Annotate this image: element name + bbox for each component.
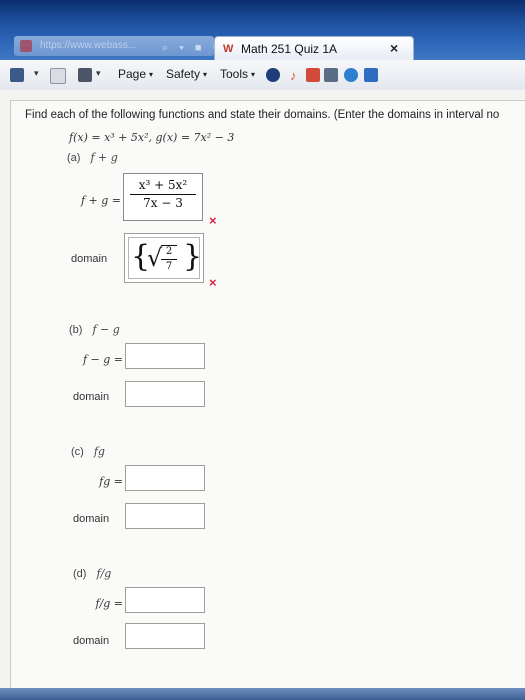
screen: https://www.webass... ⌕ ▾ ■ ↻ W Math 251… [0,0,525,700]
part-a-domain-input[interactable]: { √ 2 7 } [124,233,204,283]
rss-icon[interactable] [10,68,24,82]
search-refresh-icons[interactable]: ⌕ ▾ ■ ↻ [162,38,214,56]
part-c-result-label: fg = [99,475,123,488]
tab-title: Math 251 Quiz 1A [241,42,338,56]
part-b-heading: (b) f − g [69,323,120,336]
part-a-heading: (a) f + g [67,151,118,164]
part-d-domain-input[interactable] [125,623,205,649]
part-b-result-label: f − g = [82,353,123,366]
page-content: Find each of the following functions and… [0,90,525,700]
taskbar [0,688,525,700]
tools-menu[interactable]: Tools ▾ [220,67,255,81]
part-a-answer-input[interactable]: x³ + 5x² 7x − 3 [123,173,203,221]
print-dropdown-icon[interactable]: ▾ [96,68,102,82]
part-b-domain-input[interactable] [125,381,205,407]
part-a-domain-sqrt-icon: √ [147,244,163,272]
browser-titlebar: https://www.webass... ⌕ ▾ ■ ↻ W Math 251… [0,0,525,60]
research-icon[interactable] [324,68,338,82]
part-d-heading: (d) f/g [73,567,112,580]
command-bar: ▾ ▾ Page ▾ Safety ▾ Tools ▾ ♪ [0,60,525,91]
part-d-domain-label: domain [73,635,110,647]
given-functions: f(x) = x³ + 5x², g(x) = 7x² − 3 [69,131,235,144]
print-icon[interactable] [78,68,92,82]
safety-menu[interactable]: Safety ▾ [166,67,207,81]
question-instructions: Find each of the following functions and… [25,109,500,121]
part-c-domain-label: domain [73,513,110,525]
part-c-domain-input[interactable] [125,503,205,529]
dropdown-arrow-icon[interactable]: ▾ [34,68,40,82]
page-menu[interactable]: Page ▾ [118,67,153,81]
part-a-domain-fraction: 2 7 [161,245,177,272]
skype-icon[interactable] [344,68,358,82]
part-c-answer-input[interactable] [125,465,205,491]
part-d-result-label: f/g = [95,597,123,610]
address-bar[interactable]: https://www.webass... ⌕ ▾ ■ ↻ [14,36,214,56]
address-text: https://www.webass... [40,40,137,51]
part-b-domain-label: domain [73,391,110,403]
part-b-answer-input[interactable] [125,343,205,369]
part-a-result-label: f + g = [80,194,121,207]
part-a-domain-incorrect-icon: × [209,275,217,290]
mail-icon[interactable] [50,68,66,84]
close-tab-icon[interactable]: × [390,40,398,56]
part-a-answer-incorrect-icon: × [209,213,217,228]
site-icon [20,40,32,52]
part-a-answer-fraction: x³ + 5x² 7x − 3 [130,178,196,210]
part-c-heading: (c) fg [71,445,105,458]
part-d-answer-input[interactable] [125,587,205,613]
question-card: Find each of the following functions and… [10,100,525,700]
browser-tab[interactable]: W Math 251 Quiz 1A [214,36,414,60]
help-icon[interactable] [266,68,280,82]
webassign-icon: W [223,43,234,55]
extension-red-icon[interactable] [306,68,320,82]
part-a-domain-close-brace: } [183,239,203,274]
part-a-domain-label: domain [71,253,108,265]
addon-icon[interactable]: ♪ [290,68,304,83]
onenote-icon[interactable] [364,68,378,82]
